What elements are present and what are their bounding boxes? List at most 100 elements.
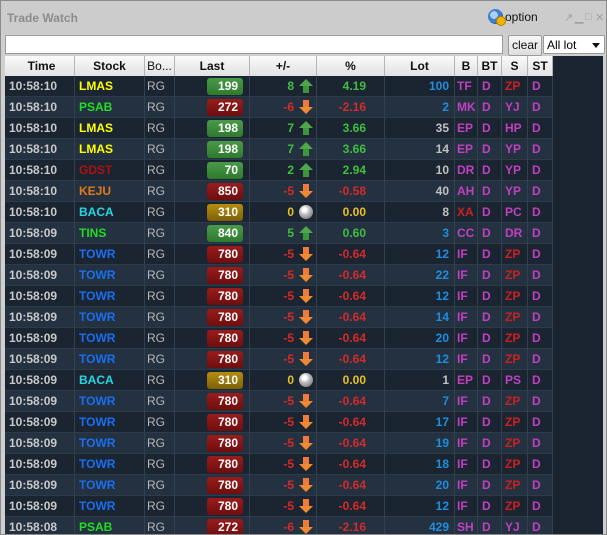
cell-time: 10:58:09 bbox=[5, 454, 75, 475]
table-row[interactable]: 10:58:09 TOWR RG 780 -5 -0.64 14 IF D ZP D bbox=[5, 307, 553, 328]
change-value: -5 bbox=[283, 457, 294, 471]
col-seller-type[interactable]: ST bbox=[528, 56, 553, 76]
cell-stock[interactable]: PSAB bbox=[75, 97, 145, 118]
table-row[interactable]: 10:58:08 PSAB RG 272 -6 -2.16 429 SH D YJ D bbox=[5, 517, 553, 534]
cell-stock[interactable]: TINS bbox=[75, 223, 145, 244]
cell-percent: -0.64 bbox=[317, 496, 385, 517]
close-icon[interactable]: ✕ bbox=[595, 11, 604, 24]
table-row[interactable]: 10:58:10 LMAS RG 198 7 3.66 14 EP D YP D bbox=[5, 139, 553, 160]
col-time[interactable]: Time bbox=[5, 56, 75, 76]
cell-board: RG bbox=[145, 265, 175, 286]
cell-seller: YP bbox=[502, 139, 528, 160]
col-percent[interactable]: % bbox=[317, 56, 385, 76]
last-price-badge: 272 bbox=[207, 99, 243, 116]
table-row[interactable]: 10:58:10 BACA RG 310 0 0.00 8 XA D PC D bbox=[5, 202, 553, 223]
cell-stock[interactable]: GDST bbox=[75, 160, 145, 181]
option-button[interactable]: option bbox=[488, 9, 538, 26]
cell-seller-type: D bbox=[528, 160, 553, 181]
title-bar[interactable]: Trade Watch option ↗ ▁ □ ✕ bbox=[1, 1, 606, 34]
table-row[interactable]: 10:58:09 TOWR RG 780 -5 -0.64 20 IF D ZP D bbox=[5, 475, 553, 496]
arrow-down-icon bbox=[299, 289, 313, 303]
col-seller[interactable]: S bbox=[502, 56, 528, 76]
cell-last: 780 bbox=[175, 286, 250, 307]
table-row[interactable]: 10:58:10 GDST RG 70 2 2.94 10 DR D YP D bbox=[5, 160, 553, 181]
cell-stock[interactable]: TOWR bbox=[75, 265, 145, 286]
table-header: Time Stock Bo... Last +/- % Lot B BT S S… bbox=[5, 56, 553, 77]
col-buyer-type[interactable]: BT bbox=[478, 56, 502, 76]
table-row[interactable]: 10:58:09 BACA RG 310 0 0.00 1 EP D PS D bbox=[5, 370, 553, 391]
table-row[interactable]: 10:58:10 KEJU RG 850 -5 -0.58 40 AH D YP D bbox=[5, 181, 553, 202]
cell-stock[interactable]: PSAB bbox=[75, 517, 145, 534]
cell-stock[interactable]: KEJU bbox=[75, 181, 145, 202]
cell-stock[interactable]: BACA bbox=[75, 202, 145, 223]
cell-stock[interactable]: TOWR bbox=[75, 349, 145, 370]
lot-filter-select[interactable]: All lot bbox=[543, 35, 605, 54]
unchanged-ball-icon bbox=[299, 373, 313, 387]
arrow-up-icon bbox=[299, 226, 313, 240]
arrow-down-icon bbox=[299, 247, 313, 261]
arrow-down-icon bbox=[299, 331, 313, 345]
table-row[interactable]: 10:58:09 TOWR RG 780 -5 -0.64 7 IF D ZP D bbox=[5, 391, 553, 412]
maximize-icon[interactable]: □ bbox=[585, 11, 592, 23]
table-row[interactable]: 10:58:09 TINS RG 840 5 0.60 3 CC D DR D bbox=[5, 223, 553, 244]
table-row[interactable]: 10:58:10 LMAS RG 198 7 3.66 35 EP D HP D bbox=[5, 118, 553, 139]
table-row[interactable]: 10:58:09 TOWR RG 780 -5 -0.64 12 IF D ZP D bbox=[5, 349, 553, 370]
lot-filter-value: All lot bbox=[547, 38, 577, 52]
cell-stock[interactable]: TOWR bbox=[75, 391, 145, 412]
col-lot[interactable]: Lot bbox=[385, 56, 455, 76]
table-row[interactable]: 10:58:09 TOWR RG 780 -5 -0.64 18 IF D ZP D bbox=[5, 454, 553, 475]
table-row[interactable]: 10:58:09 TOWR RG 780 -5 -0.64 12 IF D ZP D bbox=[5, 286, 553, 307]
cell-seller-type: D bbox=[528, 118, 553, 139]
cell-seller-type: D bbox=[528, 265, 553, 286]
cell-stock[interactable]: LMAS bbox=[75, 118, 145, 139]
cell-stock[interactable]: TOWR bbox=[75, 286, 145, 307]
table-row[interactable]: 10:58:09 TOWR RG 780 -5 -0.64 22 IF D ZP D bbox=[5, 265, 553, 286]
cell-stock[interactable]: TOWR bbox=[75, 496, 145, 517]
cell-buyer-type: D bbox=[478, 349, 502, 370]
table-row[interactable]: 10:58:09 TOWR RG 780 -5 -0.64 20 IF D ZP D bbox=[5, 328, 553, 349]
col-change[interactable]: +/- bbox=[250, 56, 317, 76]
cell-stock[interactable]: TOWR bbox=[75, 307, 145, 328]
cell-change: 0 bbox=[250, 202, 317, 223]
table-row[interactable]: 10:58:09 TOWR RG 780 -5 -0.64 17 IF D ZP D bbox=[5, 412, 553, 433]
cell-last: 310 bbox=[175, 370, 250, 391]
col-stock[interactable]: Stock bbox=[75, 56, 145, 76]
arrow-up-icon bbox=[299, 121, 313, 135]
cell-buyer-type: D bbox=[478, 202, 502, 223]
cell-percent: 3.66 bbox=[317, 118, 385, 139]
cell-seller: ZP bbox=[502, 412, 528, 433]
cell-buyer: XA bbox=[455, 202, 478, 223]
change-value: -5 bbox=[283, 394, 294, 408]
change-value: -5 bbox=[283, 436, 294, 450]
table-row[interactable]: 10:58:09 TOWR RG 780 -5 -0.64 12 IF D ZP D bbox=[5, 496, 553, 517]
cell-stock[interactable]: TOWR bbox=[75, 244, 145, 265]
popout-icon[interactable]: ↗ bbox=[564, 11, 573, 24]
minimize-icon[interactable]: ▁ bbox=[575, 11, 583, 24]
cell-change: 7 bbox=[250, 118, 317, 139]
cell-lot: 3 bbox=[385, 223, 455, 244]
table-row[interactable]: 10:58:10 LMAS RG 199 8 4.19 100 TF D ZP D bbox=[5, 76, 553, 97]
cell-stock[interactable]: TOWR bbox=[75, 412, 145, 433]
cell-stock[interactable]: TOWR bbox=[75, 433, 145, 454]
col-last[interactable]: Last bbox=[175, 56, 250, 76]
filter-input[interactable] bbox=[5, 35, 503, 54]
cell-stock[interactable]: LMAS bbox=[75, 139, 145, 160]
table-row[interactable]: 10:58:09 TOWR RG 780 -5 -0.64 12 IF D ZP D bbox=[5, 244, 553, 265]
cell-buyer-type: D bbox=[478, 370, 502, 391]
col-board[interactable]: Bo... bbox=[145, 56, 175, 76]
cell-stock[interactable]: TOWR bbox=[75, 475, 145, 496]
cell-stock[interactable]: BACA bbox=[75, 370, 145, 391]
cell-lot: 18 bbox=[385, 454, 455, 475]
cell-stock[interactable]: LMAS bbox=[75, 76, 145, 97]
col-buyer[interactable]: B bbox=[455, 56, 478, 76]
table-row[interactable]: 10:58:10 PSAB RG 272 -6 -2.16 2 MK D YJ D bbox=[5, 97, 553, 118]
cell-stock[interactable]: TOWR bbox=[75, 454, 145, 475]
cell-seller-type: D bbox=[528, 307, 553, 328]
cell-stock[interactable]: TOWR bbox=[75, 328, 145, 349]
change-value: -5 bbox=[283, 268, 294, 282]
clear-button[interactable]: clear bbox=[508, 35, 542, 56]
cell-percent: -0.58 bbox=[317, 181, 385, 202]
cell-percent: -0.64 bbox=[317, 391, 385, 412]
table-row[interactable]: 10:58:09 TOWR RG 780 -5 -0.64 19 IF D ZP D bbox=[5, 433, 553, 454]
cell-change: -5 bbox=[250, 412, 317, 433]
